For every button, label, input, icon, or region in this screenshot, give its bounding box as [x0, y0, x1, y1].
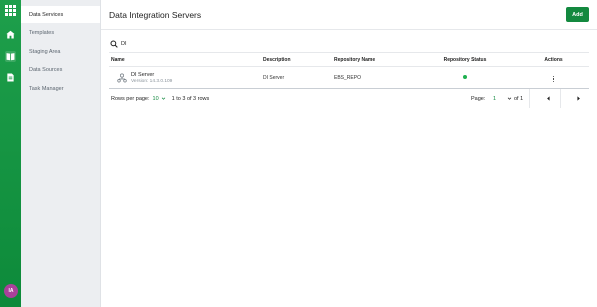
subnav-item-data-services[interactable]: Data Services — [21, 6, 100, 23]
subnav-item-data-sources[interactable]: Data Sources — [21, 62, 100, 79]
column-header-description[interactable]: Description — [263, 57, 334, 63]
table-row[interactable]: DI Server Version: 14.3.0.109 DI Server … — [109, 67, 589, 89]
column-header-repository-status[interactable]: Repository Status — [412, 57, 518, 63]
apps-grid-icon[interactable] — [5, 5, 16, 16]
main-content: Data Integration Servers Add DI Name Des… — [101, 0, 597, 307]
pager-divider — [529, 89, 530, 108]
column-header-actions: Actions — [544, 56, 563, 63]
chevron-down-icon[interactable] — [161, 96, 166, 101]
page-title: Data Integration Servers — [109, 10, 202, 20]
add-button[interactable]: Add — [566, 7, 589, 22]
search-icon — [110, 40, 118, 48]
search-query[interactable]: DI — [121, 41, 127, 47]
book-icon[interactable] — [5, 51, 16, 62]
search-field[interactable]: DI — [110, 40, 127, 48]
server-version: Version: 14.3.0.109 — [131, 78, 173, 84]
cell-actions — [518, 73, 589, 82]
pagination-bar: Rows per page: 10 1 to 3 of 3 rows Page:… — [109, 89, 589, 108]
subnav-item-templates[interactable]: Templates — [21, 25, 100, 42]
subnav-item-staging-area[interactable]: Staging Area — [21, 43, 100, 60]
column-header-repository-name[interactable]: Repository Name — [334, 57, 412, 63]
user-avatar[interactable]: IA — [4, 284, 18, 298]
header-divider — [101, 29, 597, 30]
more-actions-icon[interactable] — [552, 75, 555, 82]
cell-name: DI Server Version: 14.3.0.109 — [109, 72, 263, 84]
cell-description: DI Server — [263, 74, 285, 81]
column-header-name[interactable]: Name — [109, 57, 263, 63]
cell-repository-status — [412, 74, 518, 81]
app-rail: IA — [0, 0, 21, 307]
rows-per-page-label: Rows per page: — [111, 95, 150, 102]
home-icon[interactable] — [5, 29, 16, 40]
page-chevron-down-icon[interactable] — [507, 96, 512, 101]
previous-page-icon[interactable] — [545, 95, 552, 102]
rows-per-page-select[interactable]: 10 — [153, 96, 159, 102]
servers-table: Name Description Repository Name Reposit… — [109, 52, 589, 108]
document-icon[interactable] — [5, 72, 16, 83]
table-header: Name Description Repository Name Reposit… — [109, 52, 589, 67]
page-label: Page: — [471, 95, 486, 102]
subnav-item-task-manager[interactable]: Task Manager — [21, 80, 100, 97]
server-icon — [117, 73, 127, 82]
pager-divider — [560, 89, 561, 108]
next-page-icon[interactable] — [575, 95, 582, 102]
rows-range-text: 1 to 3 of 3 rows — [171, 95, 210, 102]
page-select[interactable]: 1 — [493, 96, 496, 102]
page-total-text: of 1 — [514, 95, 524, 102]
secondary-nav: Data Services Templates Staging Area Dat… — [21, 0, 101, 307]
server-name[interactable]: DI Server — [131, 72, 172, 78]
status-indicator-icon — [463, 74, 467, 79]
cell-repository-name: EBS_REPO — [334, 74, 361, 81]
